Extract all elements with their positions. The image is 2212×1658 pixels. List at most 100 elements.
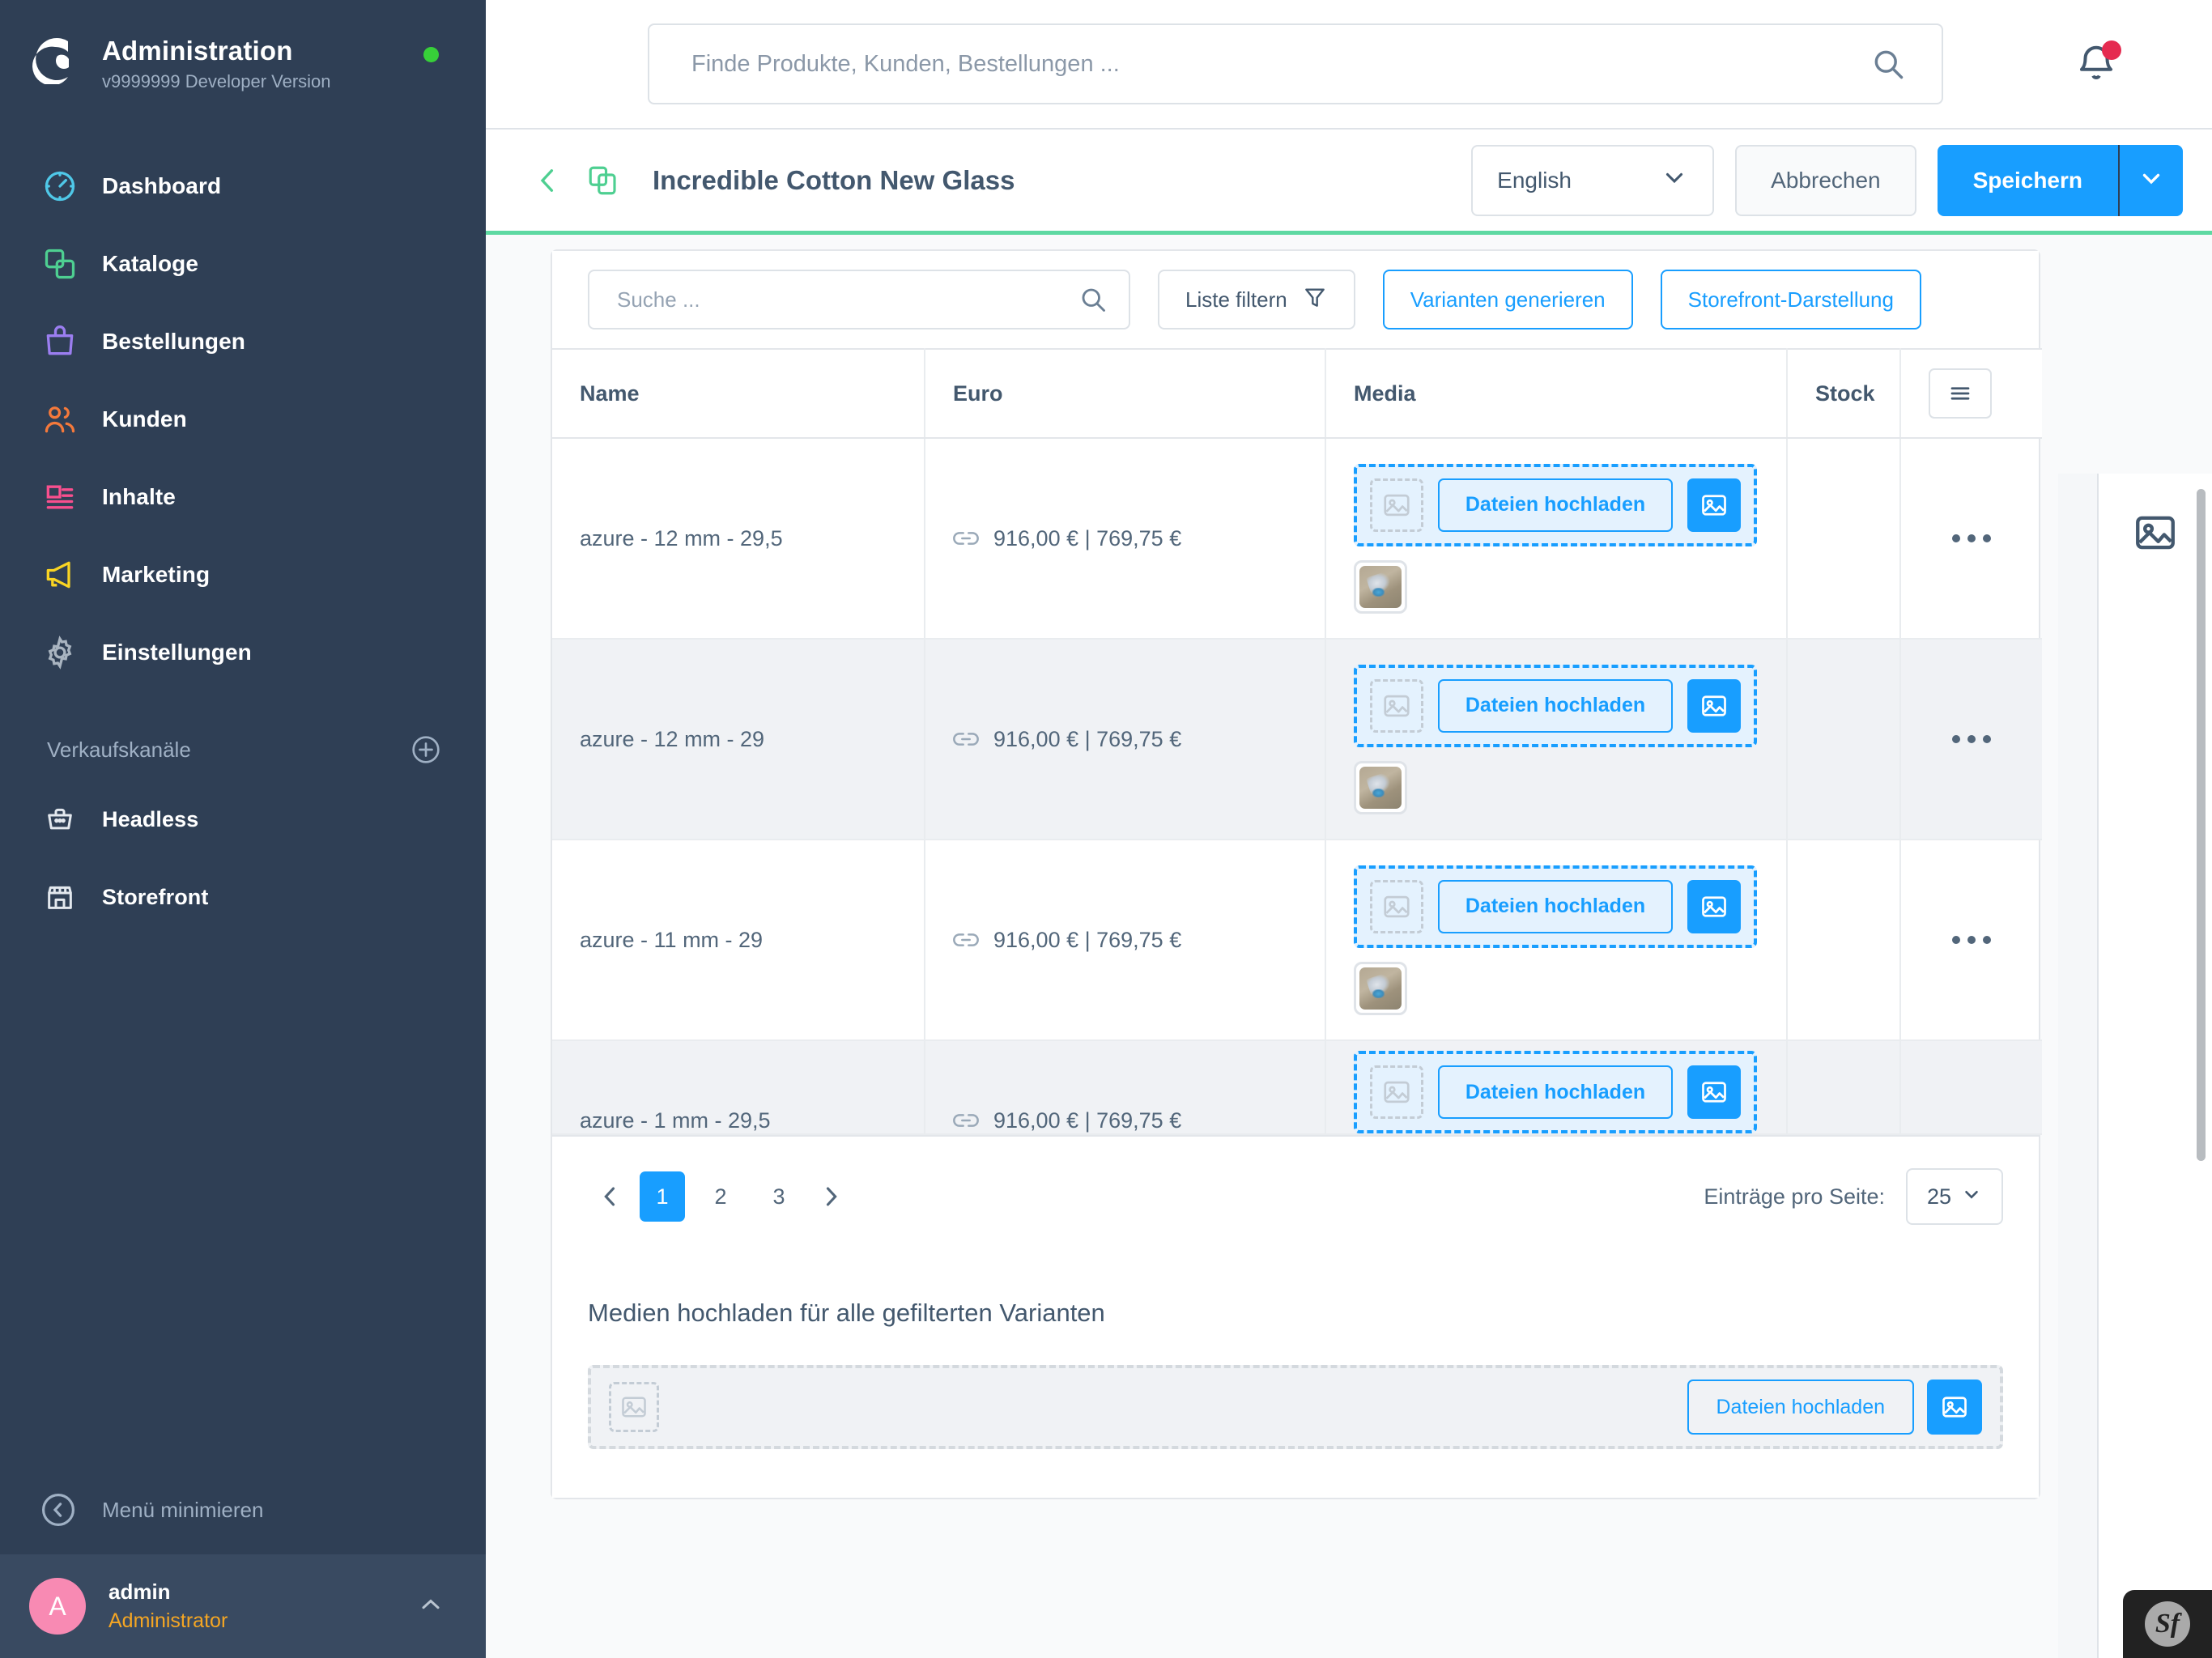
row-context-menu-button[interactable] [1929, 534, 2014, 542]
chevron-left-circle-icon [39, 1490, 78, 1529]
media-dropzone[interactable]: Dateien hochladen [1354, 463, 1757, 546]
media-dropzone[interactable]: Dateien hochladen [1354, 1051, 1757, 1133]
back-chevron-icon[interactable] [531, 164, 565, 198]
content-scrollbar-track[interactable] [2191, 489, 2206, 1574]
upload-files-button[interactable]: Dateien hochladen [1438, 678, 1673, 733]
sidebar-item-headless[interactable]: Headless [0, 780, 486, 858]
search-input[interactable] [648, 23, 1943, 104]
sidebar-channel-label: Storefront [102, 884, 209, 909]
items-per-page-select[interactable]: 25 [1906, 1168, 2003, 1225]
add-sales-channel-icon[interactable] [410, 733, 442, 766]
generate-variants-button[interactable]: Varianten generieren [1382, 270, 1633, 329]
table-row[interactable]: azure - 1 mm - 29,5 916,00 € | 769,75 € [552, 1040, 2042, 1135]
storefront-presentation-button[interactable]: Storefront-Darstellung [1660, 270, 1921, 329]
variants-search [588, 270, 1130, 329]
cell-media: Dateien hochladen [1325, 438, 1788, 640]
filter-list-label: Liste filtern [1185, 287, 1287, 312]
symfony-profiler-toolbar[interactable]: Sf [2123, 1590, 2212, 1658]
minimize-menu-button[interactable]: Menü minimieren [0, 1465, 486, 1554]
sidebar-item-einstellungen[interactable]: Einstellungen [0, 614, 486, 691]
user-role: Administrator [108, 1609, 228, 1632]
cancel-button[interactable]: Abbrechen [1735, 144, 1916, 216]
basket-icon [39, 798, 81, 840]
notifications-button[interactable] [2074, 40, 2121, 86]
upload-files-button[interactable]: Dateien hochladen [1438, 879, 1673, 933]
sidebar-item-kunden[interactable]: Kunden [0, 380, 486, 458]
cell-price-value: 916,00 € | 769,75 € [993, 525, 1182, 551]
page-button-3[interactable]: 3 [756, 1171, 802, 1222]
cell-name: azure - 1 mm - 29,5 [552, 1040, 925, 1135]
search-icon[interactable] [1078, 285, 1108, 314]
filter-list-button[interactable]: Liste filtern [1158, 270, 1355, 329]
table-header-row: Name Euro Media Stock [552, 348, 2042, 439]
sidebar-brand[interactable]: Administration v9999999 Developer Versio… [0, 0, 486, 130]
table-row[interactable]: azure - 12 mm - 29,5 916,00 € | 769,75 € [552, 438, 2042, 640]
cell-price-value: 916,00 € | 769,75 € [993, 927, 1182, 952]
content-scrollbar-thumb[interactable] [2197, 489, 2206, 1161]
upload-files-button[interactable]: Dateien hochladen [1438, 478, 1673, 532]
sidebar-item-storefront[interactable]: Storefront [0, 858, 486, 936]
cell-actions [1900, 1040, 2042, 1135]
search-icon[interactable] [1870, 46, 1906, 82]
chevron-down-icon [1661, 164, 1688, 197]
variants-search-input[interactable] [588, 270, 1130, 329]
sidebar-nav: Dashboard Kataloge Bestellungen Kunden I… [0, 147, 486, 691]
bulk-upload-files-button[interactable]: Dateien hochladen [1687, 1380, 1914, 1435]
bulk-open-media-manager-button[interactable] [1927, 1380, 1982, 1435]
sales-channels-title: Verkaufskanäle [47, 737, 191, 762]
sidebar-item-marketing[interactable]: Marketing [0, 536, 486, 614]
open-media-manager-button[interactable] [1687, 678, 1741, 733]
sidebar-item-kataloge[interactable]: Kataloge [0, 225, 486, 303]
column-header-media[interactable]: Media [1325, 348, 1788, 439]
sidebar-item-inhalte[interactable]: Inhalte [0, 458, 486, 536]
duplicate-icon[interactable] [586, 164, 620, 198]
cell-price-value: 916,00 € | 769,75 € [993, 1107, 1182, 1133]
user-profile[interactable]: A admin Administrator [0, 1554, 486, 1658]
next-page-button[interactable] [808, 1174, 853, 1219]
bulk-upload-dropzone[interactable]: Dateien hochladen [588, 1365, 2003, 1449]
page-button-2[interactable]: 2 [698, 1171, 743, 1222]
open-media-manager-button[interactable] [1687, 879, 1741, 933]
table-settings-button[interactable] [1929, 368, 1992, 419]
column-header-stock[interactable]: Stock [1787, 348, 1901, 439]
sidebar: Administration v9999999 Developer Versio… [0, 0, 486, 1658]
media-thumbnail[interactable] [1354, 559, 1407, 614]
save-button[interactable]: Speichern [1937, 144, 2118, 216]
media-thumbnail[interactable] [1354, 961, 1407, 1015]
save-options-button[interactable] [2118, 144, 2183, 216]
column-header-name[interactable]: Name [552, 348, 925, 439]
cell-price-value: 916,00 € | 769,75 € [993, 726, 1182, 751]
column-header-euro[interactable]: Euro [925, 348, 1326, 439]
content-icon [39, 476, 81, 518]
open-media-manager-button[interactable] [1687, 1065, 1741, 1119]
media-panel-icon[interactable] [2129, 506, 2182, 559]
media-thumbnail[interactable] [1354, 760, 1407, 814]
previous-page-button[interactable] [588, 1174, 633, 1219]
sidebar-item-label: Dashboard [102, 173, 222, 198]
open-media-manager-button[interactable] [1687, 478, 1741, 532]
media-dropzone[interactable]: Dateien hochladen [1354, 865, 1757, 948]
image-placeholder-icon [1370, 1065, 1423, 1119]
cell-name: azure - 11 mm - 29 [552, 840, 925, 1041]
page-button-1[interactable]: 1 [640, 1171, 685, 1222]
chevron-up-icon[interactable] [416, 1590, 445, 1623]
cell-name: azure - 12 mm - 29,5 [552, 438, 925, 640]
symfony-logo-icon: Sf [2145, 1601, 2190, 1647]
link-icon [953, 1107, 979, 1133]
bulk-upload-section: Medien hochladen für alle gefilterten Va… [552, 1256, 2039, 1498]
table-row[interactable]: azure - 12 mm - 29 916,00 € | 769,75 € D… [552, 639, 2042, 840]
upload-files-button[interactable]: Dateien hochladen [1438, 1065, 1673, 1119]
row-context-menu-button[interactable] [1929, 735, 2014, 743]
sidebar-item-dashboard[interactable]: Dashboard [0, 147, 486, 225]
page-title: Incredible Cotton New Glass [653, 164, 1015, 195]
cell-price: 916,00 € | 769,75 € [925, 1040, 1326, 1135]
media-dropzone[interactable]: Dateien hochladen [1354, 664, 1757, 747]
sidebar-item-bestellungen[interactable]: Bestellungen [0, 303, 486, 380]
generate-variants-label: Varianten generieren [1410, 287, 1606, 312]
minimize-menu-label: Menü minimieren [102, 1497, 264, 1522]
language-select[interactable]: English [1471, 144, 1715, 216]
status-dot [423, 47, 439, 62]
row-context-menu-button[interactable] [1929, 936, 2014, 944]
store-icon [39, 876, 81, 918]
table-row[interactable]: azure - 11 mm - 29 916,00 € | 769,75 € D… [552, 840, 2042, 1041]
